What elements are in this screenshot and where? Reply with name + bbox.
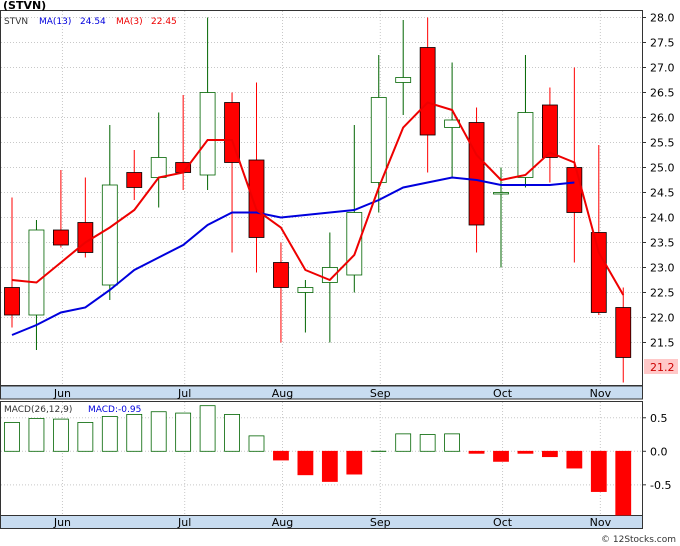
legend-ma13-label: MA(13) [39, 17, 71, 27]
candle-body-down [53, 229, 69, 246]
candle-body-up [346, 212, 363, 276]
macd-bar-positive [77, 422, 94, 452]
price-tick-label: 24.0 [650, 212, 675, 225]
candle-body-up [199, 92, 216, 176]
macd-x-axis-band [0, 515, 643, 529]
candle-body-down [615, 307, 632, 358]
candle-body-up [101, 184, 118, 286]
macd-x-tick-label: Jul [177, 516, 191, 529]
macd-bar-negative [346, 450, 363, 475]
candle-body-up [517, 112, 534, 178]
macd-bar-negative [566, 450, 583, 469]
macd-bar-negative [590, 450, 607, 492]
price-tick-label: 22.5 [650, 287, 675, 300]
x-tick-label: Jun [53, 387, 71, 400]
macd-bar-positive [419, 434, 436, 452]
macd-bar-positive [395, 433, 412, 452]
macd-panel [0, 401, 643, 516]
macd-bar-positive [444, 433, 461, 452]
candle-body-down [542, 104, 558, 158]
macd-bar-positive [150, 411, 167, 452]
candle-body-up [297, 287, 314, 293]
macd-x-tick-label: Aug [272, 516, 293, 529]
price-tick-label: 22.0 [650, 312, 675, 325]
candle-body-up [370, 97, 387, 183]
chart-title: (STVN) [3, 0, 46, 12]
macd-tick-label: -0.5 [650, 479, 671, 492]
candle-body-down [273, 262, 289, 288]
price-tick-label: 23.5 [650, 237, 675, 250]
macd-bar-positive [101, 416, 118, 452]
candle-body-down [590, 232, 607, 313]
candle-body-up [493, 192, 509, 195]
candle-body-down [468, 122, 485, 226]
price-tick-label: 21.5 [650, 337, 675, 350]
x-tick-label: Aug [272, 387, 293, 400]
macd-bar-positive [175, 412, 192, 452]
candle-body-up [28, 229, 45, 316]
candle-body-down [4, 287, 20, 316]
macd-x-tick-label: Jun [53, 516, 71, 529]
candle-body-down [248, 159, 265, 238]
macd-x-tick-label: Nov [590, 516, 612, 529]
macd-bar-negative [297, 450, 314, 476]
x-tick-label: Sep [370, 387, 391, 400]
candle-body-up [150, 157, 167, 178]
macd-bar-negative [273, 450, 289, 461]
macd-bar-positive [248, 435, 265, 452]
last-price-tag: 21.2 [650, 361, 675, 374]
price-tick-label: 26.0 [650, 112, 675, 125]
legend-symbol: STVN [4, 17, 28, 27]
price-tick-label: 25.5 [650, 137, 675, 150]
macd-bar-negative [615, 450, 632, 516]
macd-x-tick-label: Oct [493, 516, 513, 529]
legend-ma3-value: 22.45 [151, 17, 177, 27]
macd-bar-negative [493, 450, 509, 462]
x-tick-label: Nov [590, 387, 612, 400]
price-tick-label: 28.0 [650, 12, 675, 25]
price-x-axis-band [0, 385, 643, 400]
price-tick-label: 25.0 [650, 162, 675, 175]
macd-bar-negative [321, 450, 338, 482]
x-tick-label: Jul [177, 387, 191, 400]
price-tick-label: 24.5 [650, 187, 675, 200]
macd-tick-label: 0.0 [650, 445, 668, 458]
candle-body-up [395, 77, 412, 83]
candle-body-down [126, 172, 143, 188]
price-tick-label: 26.5 [650, 87, 675, 100]
legend-ma13-value: 24.54 [80, 17, 106, 27]
macd-bar-positive [199, 405, 216, 452]
price-panel [0, 10, 643, 386]
macd-bar-positive [28, 418, 45, 452]
x-tick-label: Oct [493, 387, 513, 400]
macd-x-tick-label: Sep [370, 516, 391, 529]
macd-bar-negative [542, 450, 558, 458]
macd-bar-negative [517, 450, 534, 454]
candle-body-down [419, 47, 436, 136]
macd-bar-negative [468, 450, 485, 454]
watermark: © 12Stocks.com [601, 535, 676, 545]
legend-ma3-label: MA(3) [116, 17, 143, 27]
stock-chart: 28.0 27.5 27.0 26.5 26.0 25.5 25.0 24.5 24.0 23.5… [0, 0, 678, 545]
macd-legend-value: MACD:-0.95 [88, 405, 141, 415]
macd-bar-positive [224, 414, 240, 452]
macd-bar-positive [126, 414, 143, 452]
candle-body-down [566, 167, 583, 213]
price-tick-label: 23.0 [650, 262, 675, 275]
price-tick-label: 27.0 [650, 62, 675, 75]
macd-bar-positive [4, 422, 20, 452]
macd-axis-labels: 0.5 0.0 -0.5 [642, 412, 671, 492]
macd-legend-label: MACD(26,12,9) [4, 405, 72, 415]
macd-bar-positive [53, 418, 69, 452]
price-tick-label: 27.5 [650, 37, 675, 50]
macd-tick-label: 0.5 [650, 412, 668, 425]
